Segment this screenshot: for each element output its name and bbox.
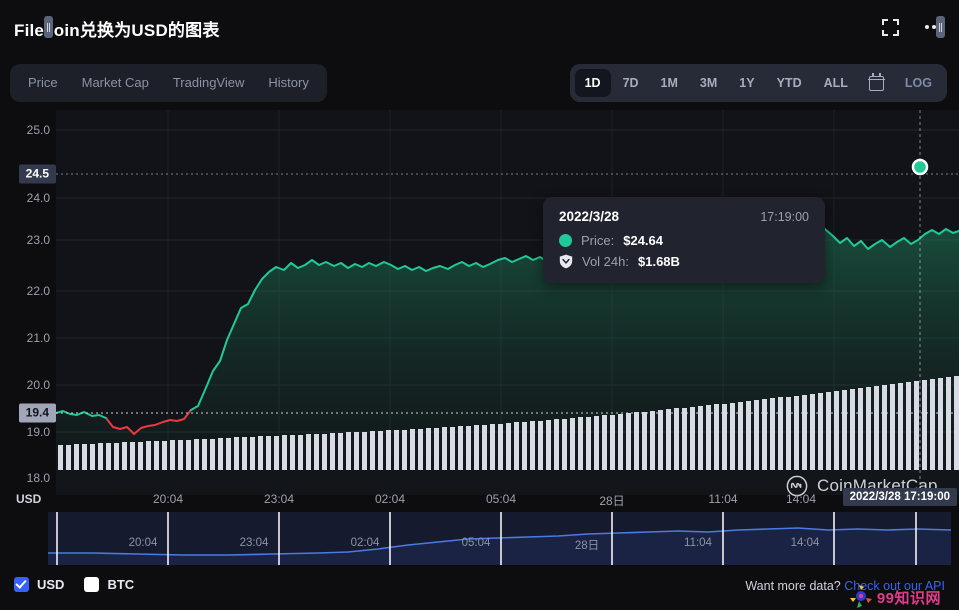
range-1m[interactable]: 1M: [651, 69, 688, 97]
range-ytd[interactable]: YTD: [767, 69, 812, 97]
chart-tabs: Price Market Cap TradingView History: [10, 64, 327, 102]
range-3m[interactable]: 3M: [690, 69, 727, 97]
navigator-handle-right[interactable]: [936, 16, 945, 38]
currency-option-usd[interactable]: USD: [14, 577, 64, 592]
fullscreen-icon: [881, 18, 899, 36]
tab-history[interactable]: History: [256, 68, 320, 98]
x-tick-0: 20:04: [152, 492, 184, 506]
navigator-tick-3: 05:04: [461, 537, 491, 549]
x-tick-2: 02:04: [374, 492, 406, 506]
y-axis: 25.0 24.5 24.0 23.0 22.0 21.0 20.0 19.4 …: [0, 110, 56, 495]
tab-tradingview[interactable]: TradingView: [161, 68, 257, 98]
navigator-tick-2: 02:04: [350, 537, 380, 549]
fullscreen-button[interactable]: [879, 16, 901, 38]
range-7d[interactable]: 7D: [613, 69, 649, 97]
more-data-question: Want more data?: [745, 579, 841, 593]
tooltip-volume-value: $1.68B: [638, 254, 680, 269]
y-tick-20: 20.0: [26, 378, 50, 392]
current-time-badge: 2022/3/28 17:19:00: [842, 488, 957, 506]
y-tick-18: 18.0: [26, 471, 50, 485]
currency-toggles: USD BTC: [14, 577, 134, 592]
y-tick-21: 21.0: [26, 331, 50, 345]
y-tick-25: 25.0: [26, 123, 50, 137]
range-1y[interactable]: 1Y: [729, 69, 764, 97]
range-1d[interactable]: 1D: [574, 69, 611, 97]
btc-label: BTC: [107, 577, 135, 592]
plot-svg: [56, 110, 959, 495]
log-scale-button[interactable]: LOG: [895, 69, 942, 97]
usd-checkbox[interactable]: [14, 577, 29, 592]
x-tick-5: 11:04: [708, 492, 738, 506]
price-dot-icon: [559, 234, 572, 247]
tooltip-header: 2022/3/28 17:19:00: [559, 209, 809, 224]
y-tick-24: 24.0: [26, 191, 50, 205]
x-tick-1: 23:04: [263, 492, 295, 506]
tooltip-volume-row: Vol 24h: $1.68B: [559, 254, 809, 269]
navigator-tick-4: 28日: [574, 540, 600, 552]
navigator-tick-5: 11:04: [684, 537, 712, 549]
y-tick-22: 22.0: [26, 284, 50, 298]
more-data-text: Want more data? Check out our API: [745, 579, 945, 593]
usd-label: USD: [37, 577, 65, 592]
tooltip-date: 2022/3/28: [559, 209, 620, 224]
btc-checkbox[interactable]: [84, 577, 100, 592]
tooltip-time: 17:19:00: [760, 210, 809, 224]
x-tick-6: 14:04: [785, 492, 817, 506]
tooltip-price-row: Price: $24.64: [559, 233, 809, 248]
x-axis-currency-label: USD: [16, 492, 42, 506]
tab-market-cap[interactable]: Market Cap: [70, 68, 161, 98]
y-tick-23: 23.0: [26, 233, 50, 247]
y-tick-current-price: 24.5: [18, 164, 56, 184]
x-tick-4: 28日: [599, 494, 625, 508]
tooltip-volume-label: Vol 24h:: [582, 254, 629, 269]
plot-area[interactable]: [56, 110, 959, 495]
navigator-handle-left[interactable]: [44, 16, 53, 38]
tooltip-price-value: $24.64: [623, 233, 663, 248]
y-tick-19: 19.0: [26, 425, 50, 439]
current-price-marker: [911, 158, 929, 176]
price-chart: 25.0 24.5 24.0 23.0 22.0 21.0 20.0 19.4 …: [0, 110, 959, 497]
range-all[interactable]: ALL: [814, 69, 858, 97]
tooltip-price-label: Price:: [581, 233, 615, 248]
navigator-tick-6: 14:04: [790, 537, 820, 549]
api-link[interactable]: Check out our API: [844, 579, 945, 593]
navigator-tick-1: 23:04: [239, 537, 269, 549]
volume-shield-icon: [559, 254, 573, 269]
navigator-tick-0: 20:04: [128, 537, 158, 549]
range-selector: 1D 7D 1M 3M 1Y YTD ALL LOG: [569, 64, 947, 102]
currency-option-btc[interactable]: BTC: [84, 577, 134, 592]
tab-price[interactable]: Price: [16, 68, 70, 98]
footer: USD BTC Want more data? Check out our AP…: [0, 566, 959, 610]
chart-page: Filecoin兑换为USD的图表 Price Market Cap Tradi…: [0, 0, 959, 610]
x-tick-3: 05:04: [485, 492, 517, 506]
y-tick-open-price: 19.4: [18, 403, 56, 423]
calendar-icon: [868, 72, 885, 91]
chart-tooltip: 2022/3/28 17:19:00 Price: $24.64 Vol 24h…: [543, 197, 825, 283]
calendar-button[interactable]: [860, 69, 893, 97]
